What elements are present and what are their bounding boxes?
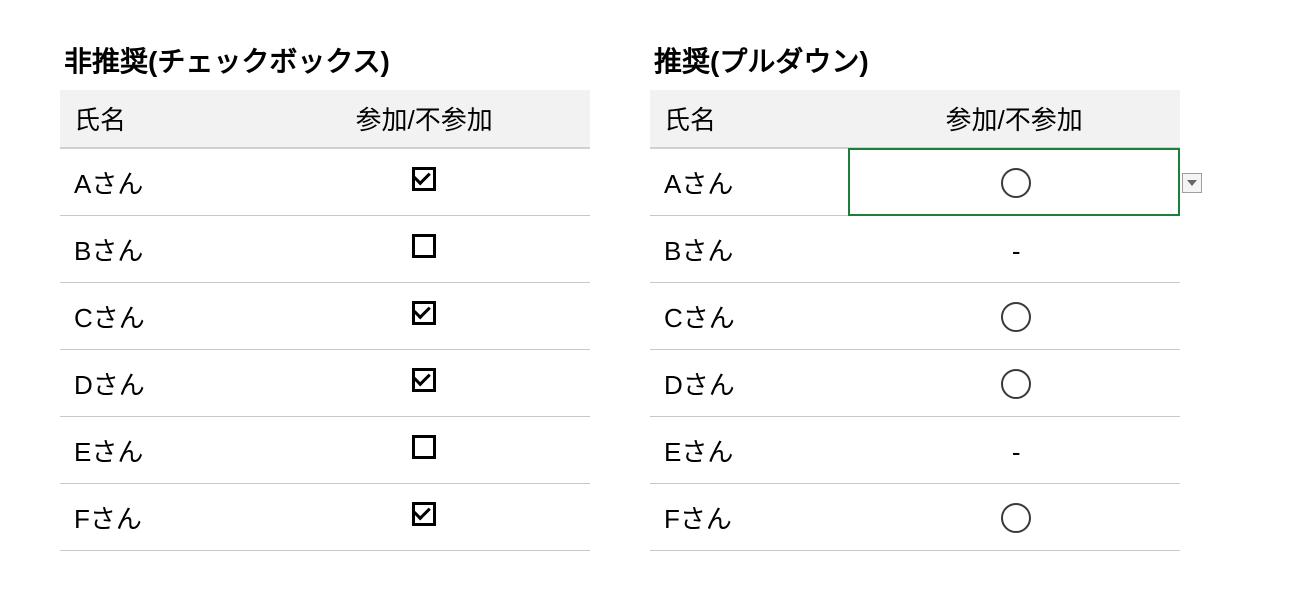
table-row: Cさん <box>60 283 590 350</box>
cell-name: Fさん <box>650 484 848 551</box>
table-row: Dさん <box>650 350 1180 417</box>
left-header-row: 氏名 参加/不参加 <box>60 90 590 148</box>
table-row: Aさん <box>650 148 1180 216</box>
circle-icon <box>1001 503 1031 533</box>
cell-name: Bさん <box>60 216 258 283</box>
cell-name: Aさん <box>60 148 258 216</box>
checkbox-unchecked-icon[interactable] <box>412 234 436 258</box>
cell-dropdown[interactable] <box>848 283 1180 350</box>
circle-icon <box>1001 369 1031 399</box>
cell-checkbox[interactable] <box>258 216 590 283</box>
right-table: 氏名 参加/不参加 AさんBさん - CさんDさんEさん - Fさん <box>650 90 1180 551</box>
table-row: Fさん <box>60 484 590 551</box>
checkbox-checked-icon[interactable] <box>412 502 436 526</box>
cell-name: Cさん <box>650 283 848 350</box>
cell-name: Eさん <box>60 417 258 484</box>
cell-checkbox[interactable] <box>258 148 590 216</box>
panel-not-recommended: 非推奨(チェックボックス) 氏名 参加/不参加 AさんBさんCさんDさんEさんF… <box>60 40 590 551</box>
cell-name: Cさん <box>60 283 258 350</box>
table-row: Eさん - <box>650 417 1180 484</box>
circle-icon <box>1001 168 1031 198</box>
cell-name: Dさん <box>650 350 848 417</box>
checkbox-checked-icon[interactable] <box>412 368 436 392</box>
table-row: Cさん <box>650 283 1180 350</box>
cell-name: Aさん <box>650 148 848 216</box>
right-header-name: 氏名 <box>650 90 848 148</box>
cell-dropdown[interactable]: - <box>848 417 1180 484</box>
cell-name: Eさん <box>650 417 848 484</box>
dropdown-button[interactable] <box>1182 173 1202 193</box>
cell-dropdown[interactable] <box>848 148 1180 216</box>
right-header-status: 参加/不参加 <box>848 90 1180 148</box>
left-table: 氏名 参加/不参加 AさんBさんCさんDさんEさんFさん <box>60 90 590 551</box>
checkbox-checked-icon[interactable] <box>412 301 436 325</box>
chevron-down-icon <box>1187 180 1197 186</box>
cell-dropdown[interactable] <box>848 350 1180 417</box>
cell-checkbox[interactable] <box>258 350 590 417</box>
table-row: Dさん <box>60 350 590 417</box>
page: 非推奨(チェックボックス) 氏名 参加/不参加 AさんBさんCさんDさんEさんF… <box>0 0 1291 613</box>
panel-title-left: 非推奨(チェックボックス) <box>64 40 590 80</box>
cell-name: Fさん <box>60 484 258 551</box>
cell-name: Dさん <box>60 350 258 417</box>
checkbox-unchecked-icon[interactable] <box>412 435 436 459</box>
right-header-row: 氏名 参加/不参加 <box>650 90 1180 148</box>
cell-dropdown[interactable] <box>848 484 1180 551</box>
table-row: Bさん - <box>650 216 1180 283</box>
columns: 非推奨(チェックボックス) 氏名 参加/不参加 AさんBさんCさんDさんEさんF… <box>60 40 1231 551</box>
panel-recommended: 推奨(プルダウン) 氏名 参加/不参加 AさんBさん - CさんDさんEさん - Fさん <box>650 40 1180 551</box>
left-header-status: 参加/不参加 <box>258 90 590 148</box>
cell-name: Bさん <box>650 216 848 283</box>
dash-mark: - <box>1012 238 1021 264</box>
checkbox-checked-icon[interactable] <box>412 167 436 191</box>
circle-icon <box>1001 302 1031 332</box>
dash-mark: - <box>1012 439 1021 465</box>
cell-dropdown[interactable]: - <box>848 216 1180 283</box>
cell-checkbox[interactable] <box>258 484 590 551</box>
table-row: Eさん <box>60 417 590 484</box>
left-header-name: 氏名 <box>60 90 258 148</box>
table-row: Aさん <box>60 148 590 216</box>
panel-title-right: 推奨(プルダウン) <box>654 40 1180 80</box>
table-row: Bさん <box>60 216 590 283</box>
table-row: Fさん <box>650 484 1180 551</box>
cell-checkbox[interactable] <box>258 283 590 350</box>
cell-checkbox[interactable] <box>258 417 590 484</box>
